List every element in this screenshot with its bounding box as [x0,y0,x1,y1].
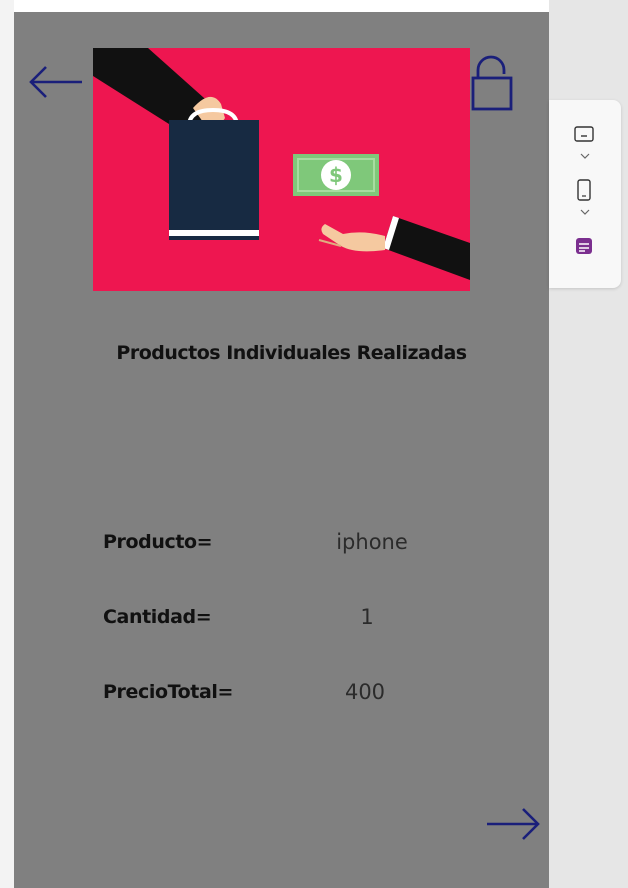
page-title: Productos Individuales Realizadas [116,342,467,364]
keyboard-icon[interactable] [573,124,595,144]
quantity-value: 1 [360,605,374,629]
side-toolbar [549,100,621,288]
shopping-payment-illustration: $ [93,48,470,280]
phone-icon[interactable] [576,178,592,202]
total-price-label: PrecioTotal= [103,681,234,703]
top-strip [0,0,549,12]
quantity-label: Cantidad= [103,606,212,628]
arrow-left-icon[interactable] [28,64,84,100]
chevron-down-icon[interactable] [579,208,591,216]
product-value: iphone [336,530,408,554]
unlock-icon[interactable] [470,54,514,112]
svg-text:$: $ [329,163,343,187]
form-icon[interactable] [574,236,594,256]
total-price-value: 400 [344,680,386,704]
banner-image: $ [93,48,470,291]
left-strip [0,0,14,888]
arrow-right-icon[interactable] [485,806,541,842]
product-label: Producto= [103,531,213,553]
chevron-down-icon[interactable] [579,152,591,160]
